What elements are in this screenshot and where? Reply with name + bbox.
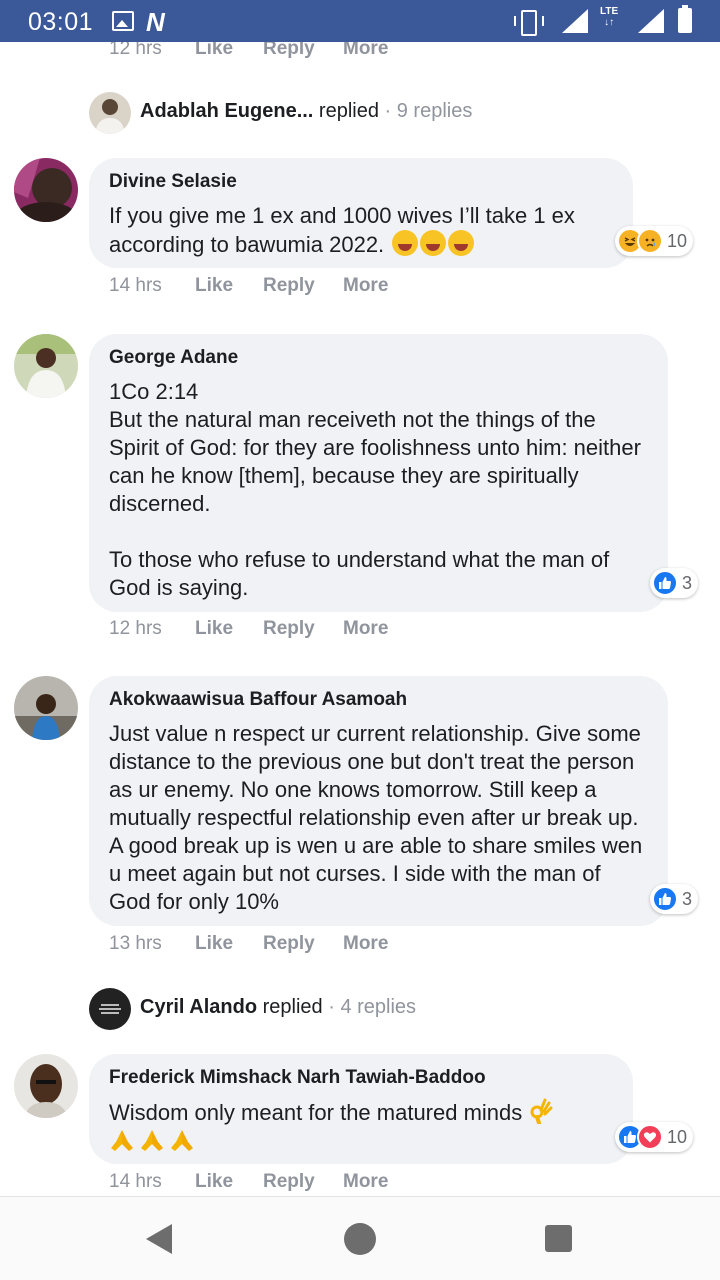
praying-hands-emoji [169, 1128, 195, 1152]
battery-icon [678, 5, 692, 33]
status-bar: 03:01 N LTE ↓↑ [0, 0, 720, 42]
n-icon: N [146, 7, 165, 37]
comment-time: 14 hrs [109, 1171, 162, 1192]
comment-text: Just value n respect ur current relation… [109, 721, 643, 914]
comment-time: 13 hrs [109, 933, 162, 954]
avatar[interactable] [14, 158, 78, 222]
reply-count: · 4 replies [328, 996, 417, 1018]
comment-bubble: George Adane 1Co 2:14 But the natural ma… [89, 334, 668, 612]
comment-text: 1Co 2:14 But the natural man receiveth n… [109, 379, 641, 600]
comment-time: 12 hrs [109, 42, 162, 59]
reply-button[interactable]: Reply [263, 618, 315, 640]
back-icon[interactable] [146, 1224, 172, 1254]
lte-signal-icon [638, 9, 664, 33]
network-label: LTE ↓↑ [600, 6, 619, 28]
reply-verb: replied [318, 100, 379, 122]
laughing-tears-emoji [448, 230, 475, 256]
comment-bubble: Akokwaawisua Baffour Asamoah Just value … [89, 676, 668, 926]
reply-button[interactable]: Reply [263, 1171, 315, 1193]
reply-button[interactable]: Reply [263, 275, 315, 297]
like-button[interactable]: Like [195, 1171, 233, 1193]
like-button[interactable]: Like [195, 933, 233, 955]
reply-button[interactable]: Reply [263, 42, 315, 60]
replies-link[interactable]: Adablah Eugene... replied · 9 replies [140, 100, 472, 123]
comment-author[interactable]: Divine Selasie [109, 170, 611, 194]
image-icon [112, 11, 134, 31]
laughing-tears-emoji [392, 230, 419, 256]
praying-hands-emoji [139, 1128, 165, 1152]
more-button[interactable]: More [343, 42, 388, 60]
reaction-summary[interactable]: 3 [650, 568, 699, 598]
reply-author: Adablah Eugene... [140, 100, 314, 122]
avatar[interactable] [14, 1054, 78, 1118]
more-button[interactable]: More [343, 1171, 388, 1193]
praying-hands-emoji [109, 1128, 135, 1152]
comment-bubble: Divine Selasie If you give me 1 ex and 1… [89, 158, 633, 268]
love-reaction-icon [637, 1124, 663, 1150]
reply-author: Cyril Alando [140, 996, 258, 1018]
reaction-summary[interactable]: 10 [615, 1122, 694, 1152]
reaction-summary[interactable]: 10 [615, 226, 694, 256]
reaction-count: 10 [667, 230, 688, 251]
like-button[interactable]: Like [195, 618, 233, 640]
reply-button[interactable]: Reply [263, 933, 315, 955]
home-icon[interactable] [344, 1223, 376, 1255]
navigation-bar [0, 1196, 720, 1280]
avatar[interactable] [89, 92, 131, 134]
laughing-tears-emoji [420, 230, 447, 256]
reaction-count: 3 [682, 888, 693, 909]
like-reaction-icon [652, 886, 678, 912]
like-button[interactable]: Like [195, 275, 233, 297]
status-time: 03:01 [28, 8, 94, 36]
reply-verb: replied [262, 996, 323, 1018]
reply-count: · 9 replies [384, 100, 473, 122]
more-button[interactable]: More [343, 933, 388, 955]
signal-icon [562, 9, 588, 33]
comment-author[interactable]: Akokwaawisua Baffour Asamoah [109, 688, 646, 712]
sad-reaction-icon [637, 228, 663, 254]
comment-time: 12 hrs [109, 618, 162, 639]
recents-icon[interactable] [545, 1225, 572, 1252]
reaction-count: 3 [682, 572, 693, 593]
vibrate-icon [514, 10, 544, 36]
avatar[interactable] [14, 676, 78, 740]
avatar[interactable] [89, 988, 131, 1030]
like-reaction-icon [652, 570, 678, 596]
ok-hand-emoji [528, 1098, 554, 1125]
avatar[interactable] [14, 334, 78, 398]
more-button[interactable]: More [343, 618, 388, 640]
comment-author[interactable]: George Adane [109, 346, 646, 370]
reaction-summary[interactable]: 3 [650, 884, 699, 914]
comment-bubble: Frederick Mimshack Narh Tawiah-Baddoo Wi… [89, 1054, 633, 1164]
replies-link[interactable]: Cyril Alando replied · 4 replies [140, 996, 416, 1019]
comment-time: 14 hrs [109, 275, 162, 296]
more-button[interactable]: More [343, 275, 388, 297]
comment-text: If you give me 1 ex and 1000 wives I’ll … [109, 203, 575, 257]
like-button[interactable]: Like [195, 42, 233, 60]
comments-feed[interactable]: 12 hrs Like Reply More Adablah Eugene...… [0, 42, 720, 1196]
reaction-count: 10 [667, 1126, 688, 1147]
comment-text: Wisdom only meant for the matured minds [109, 1098, 611, 1155]
comment-author[interactable]: Frederick Mimshack Narh Tawiah-Baddoo [109, 1066, 611, 1090]
